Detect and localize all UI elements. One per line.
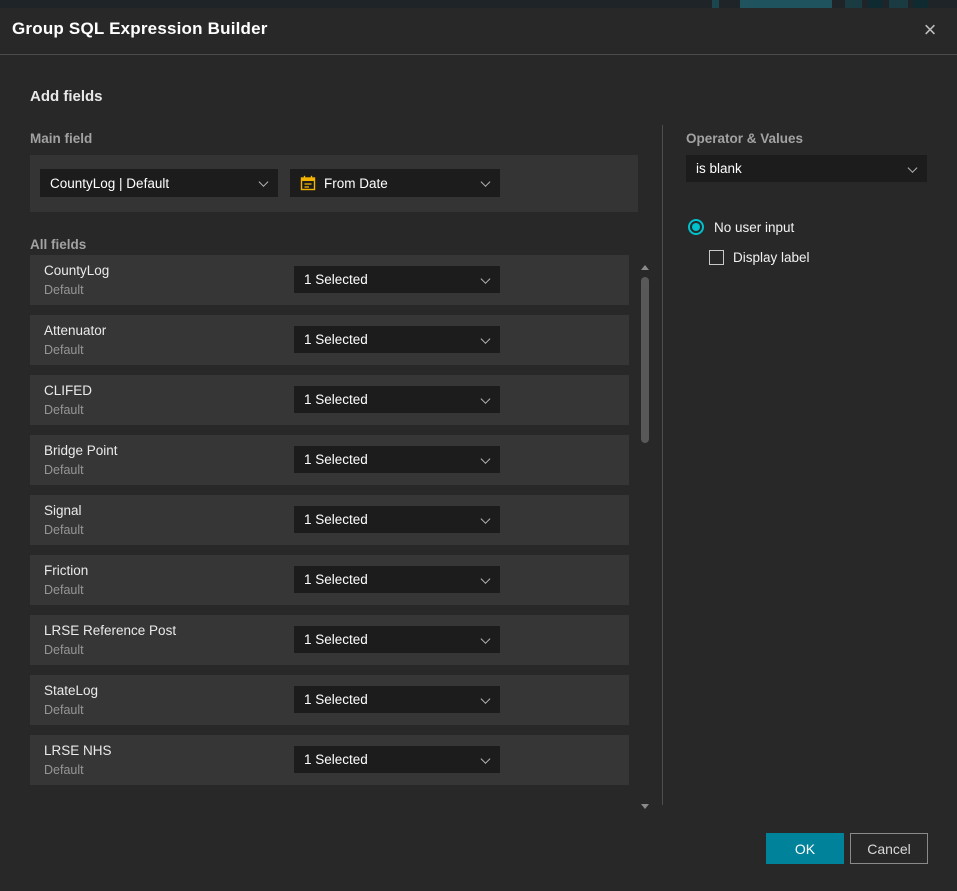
field-subtitle: Default xyxy=(44,403,84,417)
chevron-down-icon xyxy=(481,334,491,344)
field-selected-dropdown[interactable]: 1 Selected xyxy=(294,506,500,533)
field-row: StateLog Default 1 Selected xyxy=(30,675,629,725)
field-row: CLIFED Default 1 Selected xyxy=(30,375,629,425)
selected-count: 1 Selected xyxy=(304,752,368,767)
background-toolbar-fragment xyxy=(868,0,883,8)
field-name: LRSE NHS xyxy=(44,743,112,758)
field-subtitle: Default xyxy=(44,343,84,357)
chevron-down-icon xyxy=(481,394,491,404)
selected-count: 1 Selected xyxy=(304,572,368,587)
chevron-down-icon xyxy=(481,177,491,187)
selected-count: 1 Selected xyxy=(304,512,368,527)
display-label-checkbox-row[interactable]: Display label xyxy=(709,250,810,265)
chevron-down-icon xyxy=(481,574,491,584)
chevron-down-icon xyxy=(481,454,491,464)
field-selected-dropdown[interactable]: 1 Selected xyxy=(294,446,500,473)
chevron-down-icon xyxy=(481,634,491,644)
layer-select[interactable]: CountyLog | Default xyxy=(40,169,278,197)
field-selected-dropdown[interactable]: 1 Selected xyxy=(294,386,500,413)
main-field-panel: CountyLog | Default From Date xyxy=(30,155,638,212)
field-subtitle: Default xyxy=(44,643,84,657)
chevron-down-icon xyxy=(481,754,491,764)
list-scrollbar xyxy=(639,255,651,813)
field-subtitle: Default xyxy=(44,283,84,297)
panel-divider xyxy=(662,125,663,805)
field-name: Attenuator xyxy=(44,323,106,338)
chevron-down-icon xyxy=(481,274,491,284)
radio-label: No user input xyxy=(714,220,794,235)
all-fields-list: CountyLog Default 1 Selected Attenuator … xyxy=(30,255,629,808)
dialog-title: Group SQL Expression Builder xyxy=(12,19,268,39)
field-name: StateLog xyxy=(44,683,98,698)
selected-count: 1 Selected xyxy=(304,692,368,707)
field-select[interactable]: From Date xyxy=(290,169,500,197)
chevron-down-icon xyxy=(481,514,491,524)
operator-select-value: is blank xyxy=(696,161,742,176)
field-select-value: From Date xyxy=(324,176,388,191)
field-row: Signal Default 1 Selected xyxy=(30,495,629,545)
group-sql-expression-builder-dialog: Group SQL Expression Builder × Add field… xyxy=(0,0,957,891)
chevron-down-icon xyxy=(481,694,491,704)
field-name: LRSE Reference Post xyxy=(44,623,176,638)
layer-select-value: CountyLog | Default xyxy=(50,176,169,191)
selected-count: 1 Selected xyxy=(304,272,368,287)
field-name: Signal xyxy=(44,503,82,518)
background-toolbar-fragment xyxy=(845,0,862,8)
field-selected-dropdown[interactable]: 1 Selected xyxy=(294,746,500,773)
field-subtitle: Default xyxy=(44,523,84,537)
no-user-input-radio-row[interactable]: No user input xyxy=(688,219,794,235)
main-field-label: Main field xyxy=(30,131,92,146)
selected-count: 1 Selected xyxy=(304,452,368,467)
field-subtitle: Default xyxy=(44,703,84,717)
field-selected-dropdown[interactable]: 1 Selected xyxy=(294,626,500,653)
selected-count: 1 Selected xyxy=(304,392,368,407)
all-fields-label: All fields xyxy=(30,237,86,252)
calendar-icon xyxy=(300,175,316,191)
selected-count: 1 Selected xyxy=(304,332,368,347)
field-selected-dropdown[interactable]: 1 Selected xyxy=(294,566,500,593)
scroll-up-arrow-icon[interactable] xyxy=(641,265,649,270)
field-name: Bridge Point xyxy=(44,443,118,458)
scrollbar-thumb[interactable] xyxy=(641,277,649,443)
background-live-view-fragment xyxy=(740,0,832,8)
checkbox-unchecked-icon[interactable] xyxy=(709,250,724,265)
add-fields-heading: Add fields xyxy=(30,88,103,105)
ok-button[interactable]: OK xyxy=(766,833,844,864)
background-fragment xyxy=(712,0,719,8)
field-row: Bridge Point Default 1 Selected xyxy=(30,435,629,485)
scroll-down-arrow-icon[interactable] xyxy=(641,804,649,809)
cancel-button[interactable]: Cancel xyxy=(850,833,928,864)
dialog-panel: Group SQL Expression Builder × Add field… xyxy=(0,8,957,891)
field-name: CLIFED xyxy=(44,383,92,398)
background-toolbar-fragment xyxy=(889,0,908,8)
checkbox-label: Display label xyxy=(733,250,810,265)
field-selected-dropdown[interactable]: 1 Selected xyxy=(294,686,500,713)
close-icon[interactable]: × xyxy=(919,20,941,42)
operator-select[interactable]: is blank xyxy=(686,155,927,182)
field-subtitle: Default xyxy=(44,763,84,777)
field-subtitle: Default xyxy=(44,463,84,477)
selected-count: 1 Selected xyxy=(304,632,368,647)
dialog-header: Group SQL Expression Builder × xyxy=(0,8,957,55)
field-row: CountyLog Default 1 Selected xyxy=(30,255,629,305)
operator-values-label: Operator & Values xyxy=(686,131,803,146)
field-name: CountyLog xyxy=(44,263,109,278)
field-name: Friction xyxy=(44,563,88,578)
background-app-strip xyxy=(0,0,957,8)
field-selected-dropdown[interactable]: 1 Selected xyxy=(294,266,500,293)
chevron-down-icon xyxy=(908,163,918,173)
field-row: Friction Default 1 Selected xyxy=(30,555,629,605)
background-toolbar-fragment xyxy=(913,0,928,8)
field-row: LRSE NHS Default 1 Selected xyxy=(30,735,629,785)
field-row: Attenuator Default 1 Selected xyxy=(30,315,629,365)
field-row: LRSE Reference Post Default 1 Selected xyxy=(30,615,629,665)
field-selected-dropdown[interactable]: 1 Selected xyxy=(294,326,500,353)
field-subtitle: Default xyxy=(44,583,84,597)
chevron-down-icon xyxy=(259,177,269,187)
radio-selected-icon[interactable] xyxy=(688,219,704,235)
